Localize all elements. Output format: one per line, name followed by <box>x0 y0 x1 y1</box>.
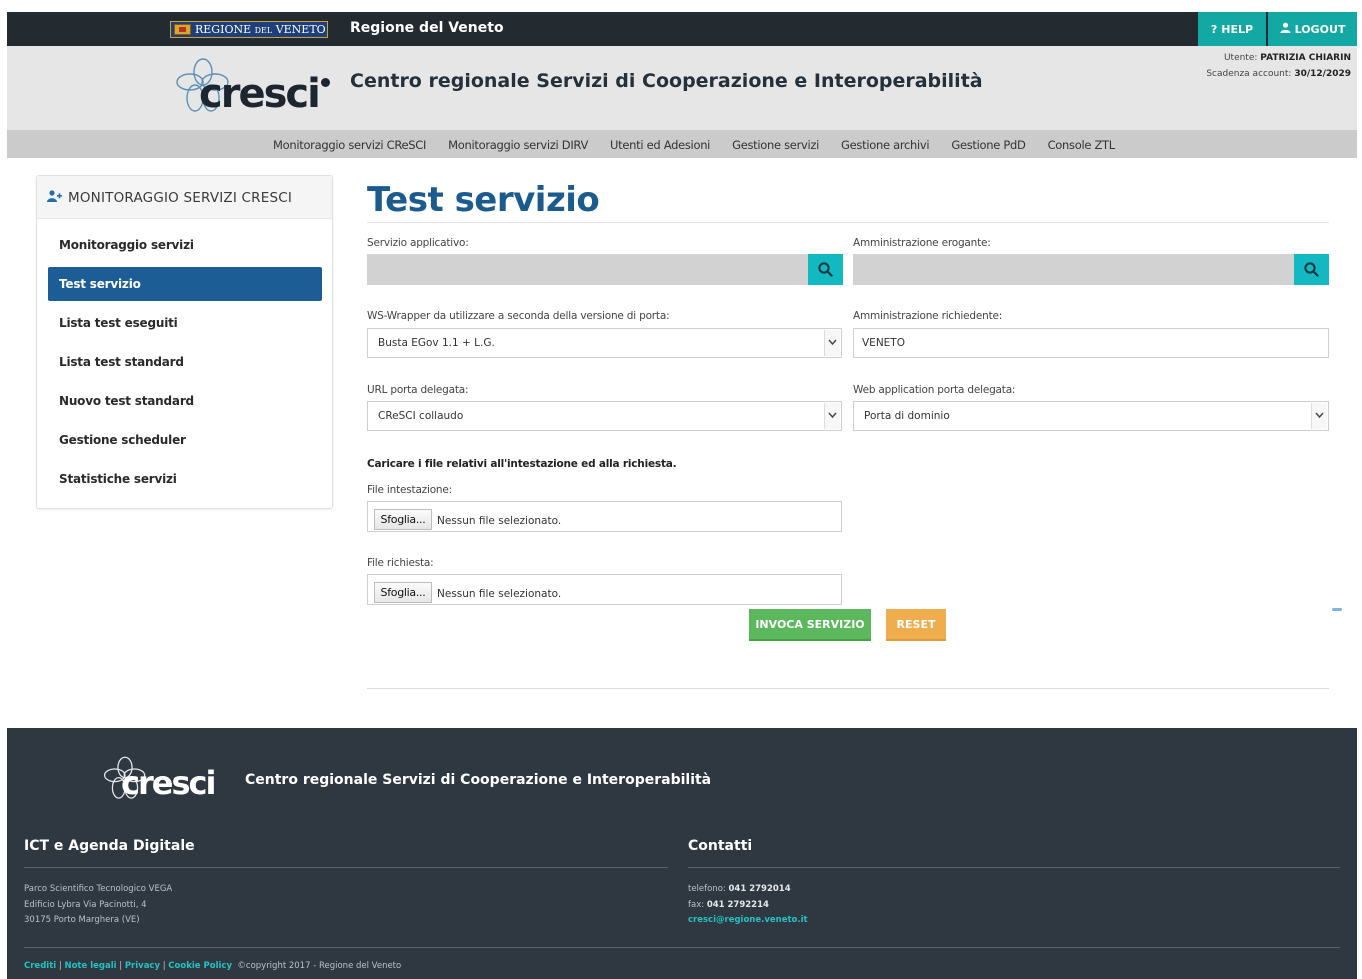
page-title: Test servizio <box>367 180 600 220</box>
note-legali-link[interactable]: Note legali <box>64 961 116 971</box>
page: REGIONE DEL VENETO Regione del Veneto ? H… <box>7 12 1357 979</box>
web-application-select[interactable]: Porta di dominio <box>853 401 1329 431</box>
search-icon <box>818 262 833 277</box>
footer-contacts-heading: Contatti <box>688 838 753 854</box>
chevron-down-icon <box>824 330 840 356</box>
footer: cresci Centro regionale Servizi di Coope… <box>7 728 1357 979</box>
fax-number: 041 2792214 <box>706 899 769 910</box>
sidebar-item-nuovo-test-standard[interactable]: Nuovo test standard <box>48 384 322 418</box>
logout-button[interactable]: LOGOUT <box>1268 12 1357 46</box>
user-icon <box>1280 12 1291 48</box>
invoca-servizio-button[interactable]: INVOCA SERVIZIO <box>749 609 871 641</box>
wrapper-label: WS-Wrapper da utilizzare a seconda della… <box>367 310 670 322</box>
footer-title: Centro regionale Servizi di Cooperazione… <box>245 772 712 788</box>
help-icon: ? <box>1210 23 1218 36</box>
sidebar-item-statistiche-servizi[interactable]: Statistiche servizi <box>48 462 322 496</box>
scroll-marker <box>1332 608 1342 611</box>
footer-ict-heading: ICT e Agenda Digitale <box>24 838 195 854</box>
url-porta-delegata-select[interactable]: CReSCI collaudo <box>367 401 842 431</box>
user-plus-icon <box>47 177 62 221</box>
erogante-search-button[interactable] <box>1294 254 1329 285</box>
file-richiesta-label: File richiesta: <box>367 557 434 569</box>
browse-button[interactable]: Sfoglia... <box>374 582 432 603</box>
crediti-link[interactable]: Crediti <box>24 961 56 971</box>
top-bar: REGIONE DEL VENETO Regione del Veneto ? H… <box>7 12 1357 46</box>
browse-button[interactable]: Sfoglia... <box>374 509 432 530</box>
main-nav: Monitoraggio servizi CReSCI Monitoraggio… <box>7 130 1357 158</box>
servizio-applicativo-input[interactable] <box>367 254 843 285</box>
sidebar-item-gestione-scheduler[interactable]: Gestione scheduler <box>48 423 322 457</box>
servizio-label: Servizio applicativo: <box>367 237 469 249</box>
cresci-logo[interactable]: cresci <box>175 58 335 122</box>
amministrazione-erogante-input[interactable] <box>853 254 1329 285</box>
upload-instructions: Caricare i file relativi all'intestazion… <box>367 458 677 470</box>
header-title: Centro regionale Servizi di Cooperazione… <box>350 70 983 92</box>
chevron-down-icon <box>824 403 840 429</box>
file-intestazione-input[interactable]: Sfoglia... Nessun file selezionato. <box>367 501 842 532</box>
nav-item-utenti-adesioni[interactable]: Utenti ed Adesioni <box>610 130 710 158</box>
nav-item-gestione-pdd[interactable]: Gestione PdD <box>951 130 1026 158</box>
account-expiry: 30/12/2029 <box>1294 69 1351 79</box>
copyright: ©copyright 2017 - Regione del Veneto <box>237 961 402 971</box>
email-link[interactable]: cresci@regione.veneto.it <box>688 915 808 925</box>
footer-legal: Crediti | Note legali | Privacy | Cookie… <box>24 961 402 971</box>
nav-item-console-ztl[interactable]: Console ZTL <box>1048 130 1116 158</box>
footer-logo-text: cresci <box>121 764 216 802</box>
divider <box>367 688 1329 689</box>
phone-number: 041 2792014 <box>728 884 791 894</box>
sidebar-item-lista-test-eseguiti[interactable]: Lista test eseguiti <box>48 306 322 340</box>
sidebar-item-test-servizio[interactable]: Test servizio <box>48 267 322 301</box>
site-header: cresci Centro regionale Servizi di Coope… <box>7 46 1357 130</box>
cresci-logo-text: cresci <box>199 71 321 117</box>
ws-wrapper-select[interactable]: Busta EGov 1.1 + L.G. <box>367 328 842 358</box>
erogante-label: Amministrazione erogante: <box>853 237 991 249</box>
nav-item-gestione-archivi[interactable]: Gestione archivi <box>841 130 930 158</box>
sidebar: MONITORAGGIO SERVIZI CRESCI Monitoraggio… <box>36 175 333 509</box>
sidebar-heading: MONITORAGGIO SERVIZI CRESCI <box>37 176 332 219</box>
regione-veneto-logo[interactable]: REGIONE DEL VENETO <box>170 21 328 38</box>
user-info: Utente: PATRIZIA CHIARIN Scadenza accoun… <box>1206 53 1351 79</box>
file-status: Nessun file selezionato. <box>437 515 562 527</box>
nav-item-monitoraggio-dirv[interactable]: Monitoraggio servizi DIRV <box>448 130 588 158</box>
richiedente-label: Amministrazione richiedente: <box>853 310 1003 322</box>
footer-cresci-logo[interactable]: cresci <box>103 756 223 806</box>
region-title[interactable]: Regione del Veneto <box>350 20 504 36</box>
file-intestazione-label: File intestazione: <box>367 484 452 496</box>
reset-button[interactable]: RESET <box>886 609 946 641</box>
user-name: PATRIZIA CHIARIN <box>1260 53 1351 63</box>
privacy-link[interactable]: Privacy <box>125 961 160 971</box>
search-icon <box>1304 262 1319 277</box>
sidebar-item-lista-test-standard[interactable]: Lista test standard <box>48 345 322 379</box>
amministrazione-richiedente-input[interactable]: VENETO <box>853 328 1329 358</box>
divider <box>24 947 1340 948</box>
nav-item-monitoraggio-cresci[interactable]: Monitoraggio servizi CReSCI <box>273 130 426 158</box>
url-label: URL porta delegata: <box>367 384 469 396</box>
footer-contacts: telefono: 041 2792014 fax: 041 2792214 c… <box>688 884 808 925</box>
cookie-policy-link[interactable]: Cookie Policy <box>168 961 232 971</box>
servizio-search-button[interactable] <box>808 254 843 285</box>
veneto-flag-icon <box>174 24 191 35</box>
sidebar-item-monitoraggio-servizi[interactable]: Monitoraggio servizi <box>48 228 322 262</box>
file-status: Nessun file selezionato. <box>437 588 562 600</box>
webapp-label: Web application porta delegata: <box>853 384 1016 396</box>
divider <box>367 222 1329 223</box>
footer-address: Parco Scientifico Tecnologico VEGA Edifi… <box>24 884 173 925</box>
help-button[interactable]: ? HELP <box>1198 12 1266 46</box>
file-richiesta-input[interactable]: Sfoglia... Nessun file selezionato. <box>367 574 842 605</box>
divider <box>688 867 1340 868</box>
divider <box>24 867 668 868</box>
chevron-down-icon <box>1311 403 1327 429</box>
nav-item-gestione-servizi[interactable]: Gestione servizi <box>732 130 819 158</box>
